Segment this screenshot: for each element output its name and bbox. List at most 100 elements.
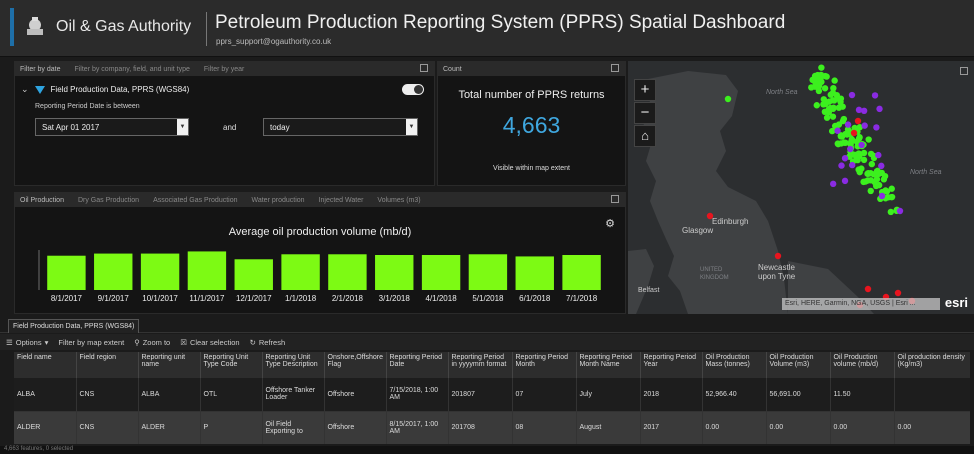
chevron-down-icon[interactable]: ⌄ bbox=[21, 84, 29, 95]
map-point[interactable] bbox=[876, 105, 883, 113]
chart-bar[interactable] bbox=[421, 255, 461, 290]
maximize-icon[interactable] bbox=[611, 64, 619, 72]
map-point[interactable] bbox=[829, 113, 837, 120]
home-button[interactable]: ⌂ bbox=[634, 125, 656, 147]
map-point[interactable] bbox=[867, 177, 875, 184]
map-point[interactable] bbox=[844, 121, 852, 128]
map-point[interactable] bbox=[873, 176, 881, 183]
column-header[interactable]: Reporting Period Month Name bbox=[576, 352, 641, 378]
map-view[interactable]: + − ⌂ North Sea North Sea Edinburgh Glas… bbox=[628, 61, 974, 314]
map-point[interactable] bbox=[873, 124, 880, 131]
table-row[interactable]: ALBA CNS ALBA OTL Offshore Tanker Loader Offs… bbox=[14, 378, 970, 412]
column-header[interactable]: Field name bbox=[14, 352, 77, 378]
column-header[interactable]: Oil Production Volume (m3) bbox=[766, 352, 831, 378]
maximize-icon[interactable] bbox=[420, 64, 428, 72]
map-point[interactable] bbox=[878, 192, 886, 200]
chart-bar[interactable] bbox=[375, 255, 414, 290]
column-header[interactable]: Reporting unit name bbox=[138, 352, 201, 378]
map-point[interactable] bbox=[861, 122, 868, 129]
column-header[interactable]: Oil Production volume (mb/d) bbox=[830, 352, 895, 378]
map-point[interactable] bbox=[847, 145, 854, 153]
map-point[interactable] bbox=[835, 104, 843, 111]
map-point[interactable] bbox=[823, 73, 830, 80]
chart-bar[interactable] bbox=[281, 254, 320, 290]
filter-toggle[interactable] bbox=[402, 84, 424, 95]
chart-bar[interactable] bbox=[187, 251, 227, 290]
chart-bar[interactable] bbox=[562, 255, 601, 290]
map-point[interactable] bbox=[834, 140, 841, 147]
map-point[interactable] bbox=[821, 85, 829, 92]
filter-by-extent-button[interactable]: Filter by map extent bbox=[58, 338, 124, 347]
map-point[interactable] bbox=[818, 64, 825, 71]
map-point[interactable] bbox=[821, 108, 829, 116]
map-point[interactable] bbox=[838, 162, 845, 169]
map-point[interactable] bbox=[831, 77, 838, 84]
attribute-table[interactable]: Field name Field region Reporting unit nam… bbox=[14, 352, 970, 444]
map-point[interactable] bbox=[812, 80, 819, 87]
map-point[interactable] bbox=[848, 161, 856, 169]
map-point[interactable] bbox=[827, 91, 834, 98]
map-point[interactable] bbox=[818, 78, 825, 86]
tab-filter-by-company[interactable]: Filter by company, field, and unit type bbox=[74, 66, 189, 73]
map-point[interactable] bbox=[887, 208, 895, 216]
map-point[interactable] bbox=[867, 170, 874, 177]
tab-count[interactable]: Count bbox=[443, 66, 462, 73]
map-point[interactable] bbox=[848, 91, 856, 99]
map-point[interactable] bbox=[896, 207, 904, 215]
tab-filter-by-date[interactable]: Filter by date bbox=[20, 66, 60, 73]
dropdown-arrow-icon[interactable]: ▼ bbox=[177, 119, 188, 135]
map-point[interactable] bbox=[868, 160, 876, 168]
date-from-select[interactable]: Sat Apr 01 2017 ▼ bbox=[35, 118, 189, 136]
map-point[interactable] bbox=[860, 107, 868, 115]
column-header[interactable]: Oil Production Mass (tonnes) bbox=[702, 352, 767, 378]
map-point[interactable] bbox=[883, 188, 891, 195]
map-point[interactable] bbox=[855, 135, 863, 142]
chart-bar[interactable] bbox=[140, 253, 180, 290]
map-point[interactable] bbox=[823, 114, 831, 121]
chart-bar[interactable] bbox=[515, 256, 554, 290]
map-point[interactable] bbox=[829, 180, 837, 188]
map-point[interactable] bbox=[872, 182, 880, 190]
tab-filter-by-year[interactable]: Filter by year bbox=[204, 66, 244, 73]
support-email[interactable]: pprs_support@ogauthority.co.uk bbox=[216, 37, 331, 46]
zoom-to-button[interactable]: ⚲ Zoom to bbox=[134, 338, 170, 347]
date-to-select[interactable]: today ▼ bbox=[263, 118, 418, 136]
map-point[interactable] bbox=[848, 138, 855, 145]
column-header[interactable]: Onshore,Offshore Flag bbox=[324, 352, 387, 378]
column-header[interactable]: Reporting Period Month bbox=[512, 352, 577, 378]
chart-bar[interactable] bbox=[468, 254, 508, 290]
map-point[interactable] bbox=[894, 289, 902, 297]
map-point[interactable] bbox=[865, 136, 872, 143]
table-row[interactable]: ALDER CNS ALDER P Oil Field Exporting to Offs… bbox=[14, 411, 970, 444]
maximize-icon[interactable] bbox=[960, 67, 968, 75]
map-point[interactable] bbox=[840, 139, 848, 146]
map-point[interactable] bbox=[856, 168, 863, 176]
map-point[interactable] bbox=[836, 96, 844, 103]
map-point[interactable] bbox=[867, 187, 874, 195]
map-point[interactable] bbox=[841, 155, 849, 162]
column-header[interactable]: Reporting Period Date bbox=[386, 352, 449, 378]
map-point[interactable] bbox=[878, 162, 885, 170]
chart-bar[interactable] bbox=[47, 255, 86, 290]
map-point[interactable] bbox=[880, 176, 888, 183]
map-point[interactable] bbox=[815, 87, 823, 95]
column-header[interactable]: Reporting Period in yyyymm format bbox=[448, 352, 513, 378]
map-point[interactable] bbox=[864, 285, 872, 293]
map-point[interactable] bbox=[822, 100, 829, 108]
map-point[interactable] bbox=[841, 177, 849, 185]
map-point[interactable] bbox=[854, 117, 862, 125]
map-point[interactable] bbox=[875, 151, 882, 159]
column-header[interactable]: Oil production density (Kg/m3) bbox=[894, 352, 970, 378]
tab-table-layer[interactable]: Field Production Data, PPRS (WGS84) bbox=[8, 319, 140, 333]
clear-selection-button[interactable]: ☒ Clear selection bbox=[180, 338, 239, 347]
dropdown-arrow-icon[interactable]: ▼ bbox=[406, 119, 417, 135]
column-header[interactable]: Reporting Unit Type Code bbox=[200, 352, 263, 378]
map-point[interactable] bbox=[858, 141, 865, 149]
map-point[interactable] bbox=[852, 151, 860, 159]
column-header[interactable]: Reporting Period Year bbox=[640, 352, 703, 378]
zoom-out-button[interactable]: − bbox=[634, 102, 656, 124]
chart-bar[interactable] bbox=[94, 253, 133, 290]
map-point[interactable] bbox=[813, 102, 820, 109]
chart-bar[interactable] bbox=[234, 259, 273, 290]
map-point[interactable] bbox=[829, 97, 837, 104]
